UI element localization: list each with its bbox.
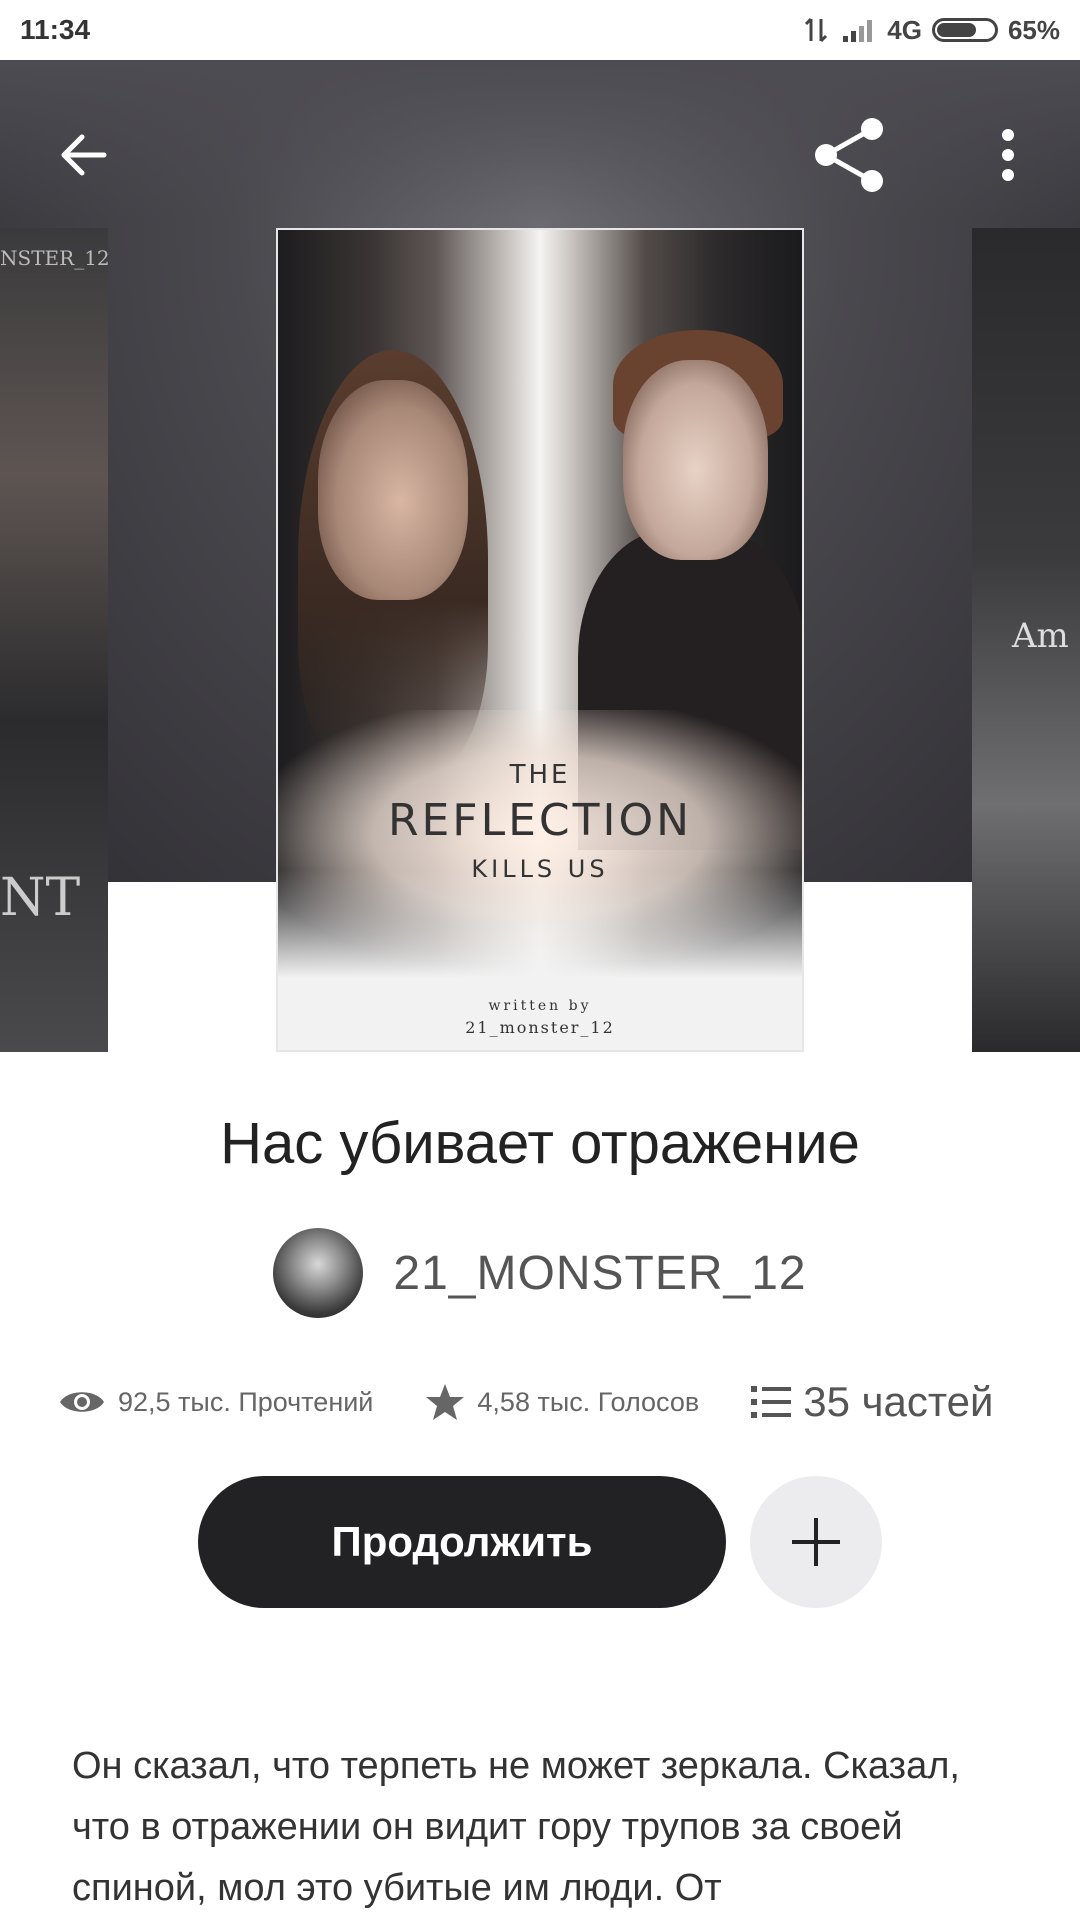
cover-girl-figure — [318, 380, 468, 600]
stats-row: 92,5 тыс. Прочтений 4,58 тыс. Голосов 35… — [58, 1372, 1038, 1432]
votes-stat: 4,58 тыс. Голосов — [425, 1382, 699, 1422]
signal-icon — [843, 20, 873, 42]
status-bar: 11:34 4G 65% — [0, 0, 1080, 60]
cover-title-line2: REFLECTION — [387, 795, 693, 846]
add-to-library-button[interactable] — [750, 1476, 882, 1608]
reads-count: 92,5 тыс. Прочтений — [118, 1386, 374, 1417]
votes-count: 4,58 тыс. Голосов — [477, 1386, 700, 1417]
book-description: Он сказал, что терпеть не может зеркала.… — [72, 1745, 960, 1909]
cover-written-by: written by — [488, 998, 592, 1014]
eye-icon — [60, 1392, 104, 1412]
cover-title-line1: THE — [509, 760, 571, 790]
network-type: 4G — [887, 14, 922, 45]
status-time: 11:34 — [20, 14, 91, 45]
reads-stat: 92,5 тыс. Прочтений — [58, 1385, 373, 1419]
author-name[interactable]: 21_MONSTER_12 — [393, 1246, 806, 1301]
author-link[interactable]: 21_MONSTER_12 — [0, 1228, 1080, 1318]
battery-icon — [931, 18, 998, 42]
status-icons: 4G 65% — [801, 15, 1060, 46]
side-cover-text: NT — [0, 868, 81, 928]
battery-percent: 65% — [1007, 14, 1060, 45]
side-cover-text: NSTER_12 — [0, 246, 108, 270]
plus-icon — [792, 1518, 840, 1566]
book-title: Нас убивает отражение — [220, 1111, 860, 1176]
previous-book-cover[interactable]: NSTER_12 NT — [0, 228, 108, 1052]
arrow-left-icon — [61, 134, 107, 176]
cover-author: 21_monster_12 — [465, 1018, 615, 1037]
author-avatar[interactable] — [273, 1228, 364, 1318]
more-options-button[interactable] — [968, 115, 1048, 195]
share-icon — [815, 118, 883, 192]
book-cover[interactable]: THE REFLECTION KILLS US written by 21_mo… — [276, 228, 804, 1052]
parts-stat[interactable]: 35 частей — [751, 1378, 993, 1426]
action-buttons: Продолжить — [198, 1476, 882, 1608]
side-cover-text: Am — [1012, 616, 1069, 656]
cover-title-line3: KILLS US — [471, 855, 609, 883]
continue-reading-button[interactable]: Продолжить — [198, 1476, 726, 1608]
share-button[interactable] — [810, 115, 890, 195]
parts-count[interactable]: 35 частей — [803, 1378, 993, 1426]
list-icon — [751, 1386, 792, 1418]
star-icon — [426, 1384, 465, 1420]
back-button[interactable] — [44, 115, 124, 195]
next-book-cover[interactable]: Am — [972, 228, 1080, 1052]
cover-boy-figure — [623, 360, 768, 560]
data-transfer-icon — [805, 17, 828, 43]
more-vert-icon — [1002, 129, 1014, 181]
